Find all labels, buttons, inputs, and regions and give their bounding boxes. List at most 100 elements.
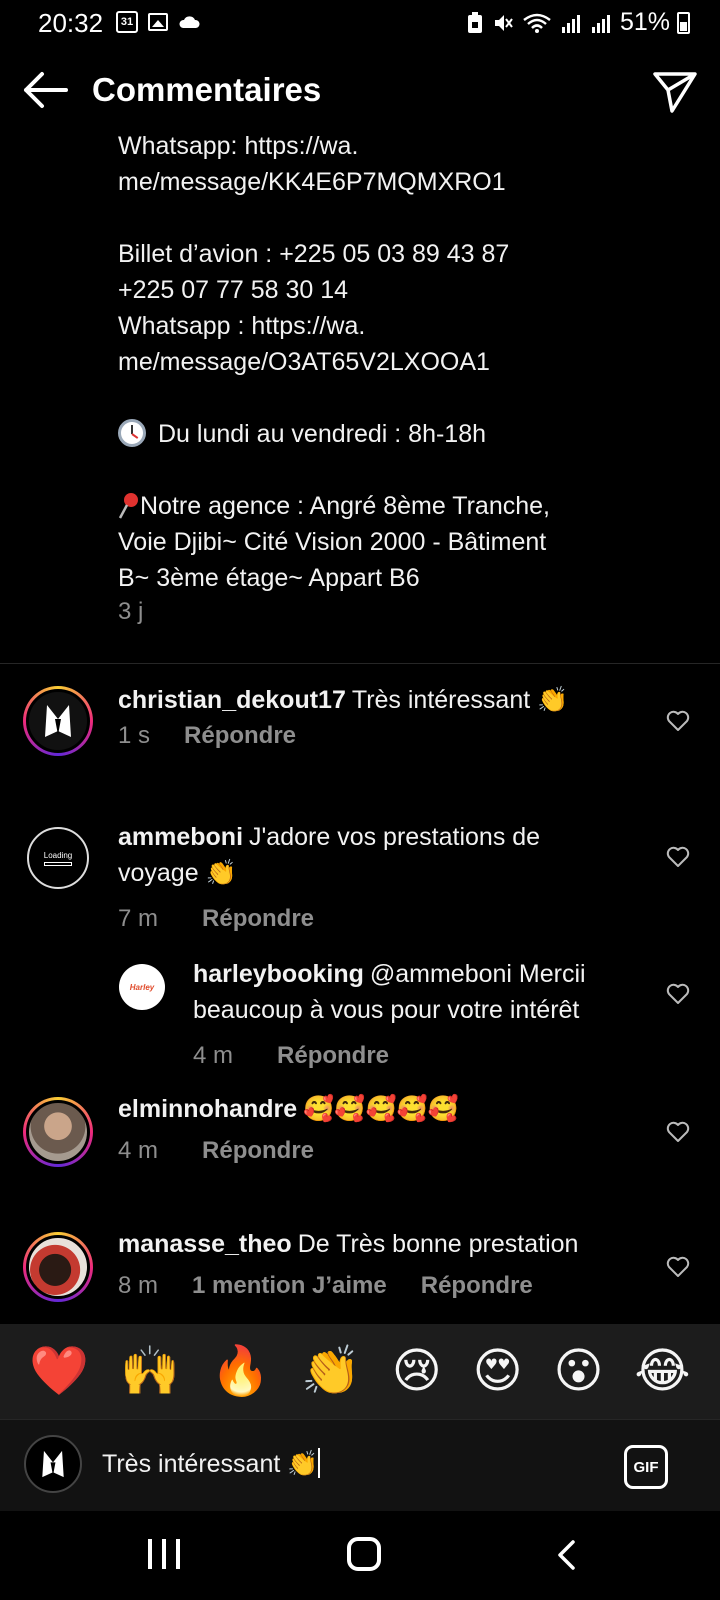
post-caption: Whatsapp: https://wa. me/message/KK4E6P7… bbox=[118, 128, 678, 596]
avatar[interactable]: Loading bbox=[27, 827, 89, 889]
comment-body: De Très bonne prestation bbox=[297, 1230, 579, 1258]
avatar[interactable] bbox=[23, 1097, 93, 1167]
comment-username[interactable]: ammeboni bbox=[118, 823, 243, 851]
reply-button[interactable]: Répondre bbox=[202, 1137, 314, 1165]
comment-username[interactable]: christian_dekout17 bbox=[118, 686, 346, 714]
caption-line bbox=[118, 380, 678, 416]
home-icon[interactable] bbox=[347, 1537, 381, 1571]
avatar[interactable]: Harley bbox=[119, 964, 165, 1010]
caption-line bbox=[118, 200, 678, 236]
comment-input[interactable]: Très intéressant 👏 bbox=[102, 1448, 321, 1479]
emoji-heart-button[interactable]: ❤️ bbox=[29, 1342, 89, 1402]
battery-icon bbox=[677, 12, 690, 34]
caption-line-address: Notre agence : Angré 8ème Tranche, bbox=[118, 488, 678, 524]
emoji-clap-button[interactable]: 👏 bbox=[301, 1342, 361, 1402]
send-icon[interactable] bbox=[652, 68, 698, 114]
reply-button[interactable]: Répondre bbox=[277, 1042, 389, 1070]
caption-line: +225 07 77 58 30 14 bbox=[118, 276, 349, 304]
emoji-raised-hands-button[interactable]: 🙌 bbox=[120, 1342, 180, 1402]
heart-icon[interactable] bbox=[666, 846, 690, 868]
caption-line: me/message/O3AT65V2LXOOA1 bbox=[118, 348, 490, 376]
comment-text: harleybooking @ammeboni Mercii beaucoup à… bbox=[193, 956, 643, 1028]
caption-line bbox=[118, 452, 678, 488]
status-notification-icons: 31 bbox=[116, 11, 200, 33]
comment-meta: 7 m Répondre bbox=[118, 905, 314, 933]
comment-composer: Très intéressant 👏 GIF bbox=[0, 1419, 720, 1511]
battery-percent: 51% bbox=[619, 8, 670, 36]
status-bar: 20:32 31 51% bbox=[0, 0, 720, 46]
wifi-icon bbox=[523, 13, 551, 33]
status-time: 20:32 bbox=[38, 8, 104, 38]
my-avatar bbox=[24, 1435, 82, 1493]
status-system-icons: 51% bbox=[466, 8, 670, 37]
reply-button[interactable]: Répondre bbox=[184, 722, 296, 750]
caption-line: me/message/KK4E6P7MQMXRO1 bbox=[118, 168, 506, 196]
cloud-icon bbox=[179, 16, 200, 28]
comment-username[interactable]: elminnohandre bbox=[118, 1095, 297, 1123]
comment-time: 7 m bbox=[118, 905, 159, 932]
page-title: Commentaires bbox=[92, 71, 322, 108]
comment-username[interactable]: harleybooking bbox=[193, 960, 364, 988]
lock-battery-icon bbox=[467, 11, 482, 33]
caption-line: B~ 3ème étage~ Appart B6 bbox=[118, 564, 420, 592]
comment-body: beaucoup à vous pour votre intérêt bbox=[193, 996, 580, 1024]
heart-icon[interactable] bbox=[666, 1121, 690, 1143]
comment-meta: 4 m Répondre bbox=[193, 1042, 389, 1070]
comment-username[interactable]: manasse_theo bbox=[118, 1230, 292, 1258]
gif-button[interactable]: GIF bbox=[624, 1445, 668, 1489]
text-caret bbox=[318, 1448, 321, 1478]
comment-time: 1 s bbox=[118, 722, 151, 749]
mute-icon bbox=[494, 14, 513, 31]
likes-count[interactable]: 1 mention J’aime bbox=[192, 1272, 387, 1300]
signal-1-icon bbox=[561, 14, 580, 33]
emoji-surprised-button[interactable]: 😮 bbox=[554, 1342, 604, 1402]
comment-time: 4 m bbox=[193, 1042, 234, 1069]
recent-apps-icon[interactable] bbox=[148, 1539, 180, 1569]
comment-time: 4 m bbox=[118, 1137, 159, 1164]
nav-back-icon[interactable] bbox=[555, 1539, 579, 1571]
emoji-crying-button[interactable]: 😢 bbox=[392, 1342, 442, 1402]
comment-body: @ammeboni Mercii bbox=[369, 960, 586, 988]
pushpin-icon bbox=[118, 493, 138, 519]
comment-text: ammeboni J'adore vos prestations de voyag… bbox=[118, 819, 638, 891]
reply-button[interactable]: Répondre bbox=[421, 1272, 533, 1300]
emoji-fire-button[interactable]: 🔥 bbox=[211, 1342, 271, 1402]
comment-meta: 1 s Répondre bbox=[118, 722, 296, 750]
comment-body: voyage 👏 bbox=[118, 859, 237, 887]
emoji-laughing-button[interactable]: 😂 bbox=[634, 1342, 690, 1402]
heart-icon[interactable] bbox=[666, 983, 690, 1005]
caption-line: Whatsapp : https://wa. bbox=[118, 312, 366, 340]
comment-body: 🥰🥰🥰🥰🥰 bbox=[303, 1095, 459, 1123]
calendar-icon: 31 bbox=[116, 11, 138, 33]
heart-icon[interactable] bbox=[666, 710, 690, 732]
avatar[interactable] bbox=[23, 686, 93, 756]
system-navigation-bar bbox=[0, 1511, 720, 1600]
avatar[interactable] bbox=[23, 1232, 93, 1302]
suit-logo-icon bbox=[45, 705, 71, 737]
comment-text: manasse_theo De Très bonne prestation bbox=[118, 1226, 638, 1262]
avatar-label: Harley bbox=[129, 982, 155, 992]
divider bbox=[0, 663, 720, 664]
header: Commentaires bbox=[0, 56, 720, 126]
emoji-quick-bar: ❤️ 🙌 🔥 👏 😢 😍 😮 😂 bbox=[0, 1324, 720, 1419]
clock-icon bbox=[118, 419, 146, 447]
address-text: Notre agence : Angré 8ème Tranche, bbox=[140, 492, 550, 520]
avatar-label: Loading bbox=[43, 850, 73, 860]
caption-line: Billet d’avion : +225 05 03 89 43 87 bbox=[118, 240, 510, 268]
comment-text: elminnohandre 🥰🥰🥰🥰🥰 bbox=[118, 1091, 638, 1127]
comment-meta: 8 m 1 mention J’aime Répondre bbox=[118, 1272, 533, 1300]
comment-body: Très intéressant 👏 bbox=[351, 686, 569, 714]
heart-icon[interactable] bbox=[666, 1256, 690, 1278]
comment-body: J'adore vos prestations de bbox=[249, 823, 541, 851]
loading-bar bbox=[44, 861, 72, 866]
caption-line: Voie Djibi~ Cité Vision 2000 - Bâtiment bbox=[118, 528, 547, 556]
reply-button[interactable]: Répondre bbox=[202, 905, 314, 933]
comment-input-value: Très intéressant 👏 bbox=[102, 1450, 319, 1478]
hours-text: Du lundi au vendredi : 8h-18h bbox=[158, 420, 487, 448]
comment-text: christian_dekout17 Très intéressant 👏 bbox=[118, 682, 638, 718]
emoji-heart-eyes-button[interactable]: 😍 bbox=[473, 1342, 523, 1402]
caption-line-hours: Du lundi au vendredi : 8h-18h bbox=[118, 416, 678, 452]
back-arrow-icon[interactable] bbox=[20, 68, 70, 112]
signal-2-icon bbox=[591, 14, 610, 33]
comment-time: 8 m bbox=[118, 1272, 159, 1299]
